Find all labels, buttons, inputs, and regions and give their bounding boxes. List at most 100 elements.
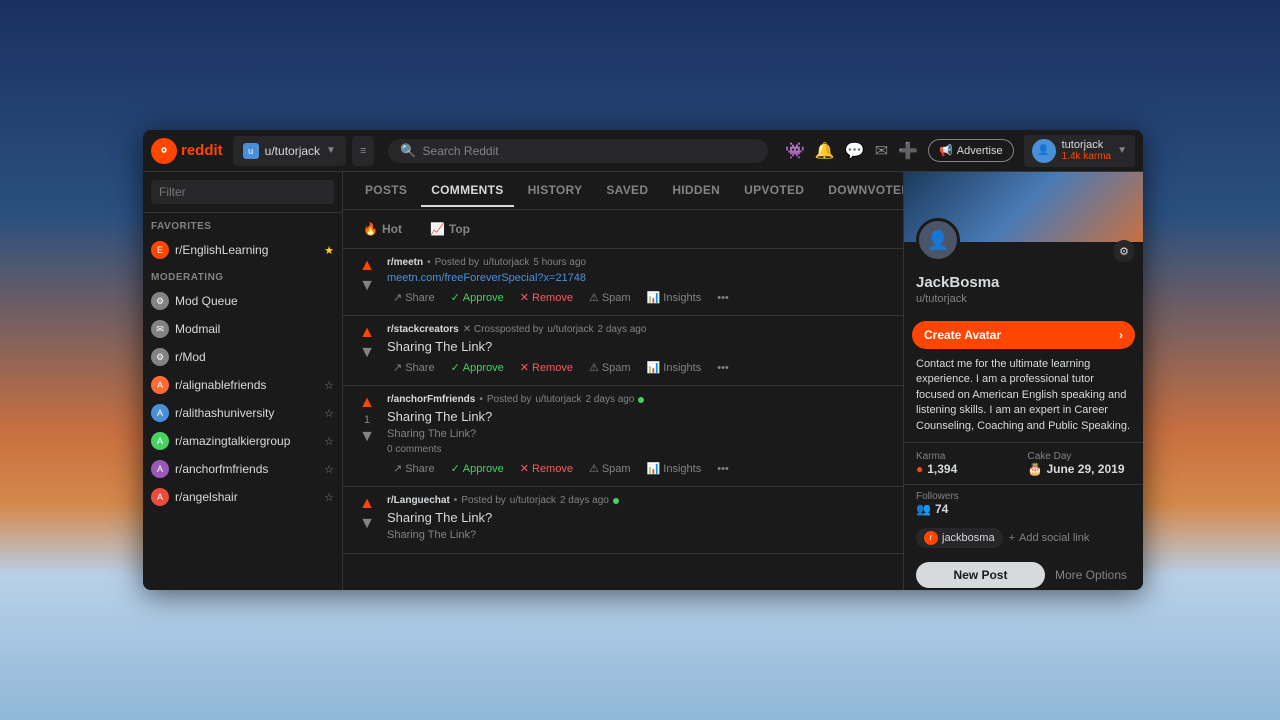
cake-day-value: 🎂 June 29, 2019 (1028, 462, 1132, 476)
post-author[interactable]: u/tutorjack (483, 257, 529, 268)
user-tab[interactable]: u u/tutorjack ▼ (233, 136, 346, 166)
insights-button[interactable]: 📊 Insights (641, 459, 708, 478)
upvote-button[interactable]: ▲ (359, 394, 375, 412)
sidebar-item-alitash[interactable]: A r/alithashuniversity ☆ (143, 399, 342, 427)
post-author[interactable]: u/tutorjack (547, 324, 593, 335)
profile-edit-button[interactable]: ⚙ (1113, 240, 1135, 262)
profile-info: JackBosma u/tutorjack (904, 266, 1143, 313)
post-subreddit[interactable]: r/stackcreators (387, 324, 459, 335)
angels-label: r/angelshair (175, 490, 238, 504)
modmail-icon: ✉ (151, 320, 169, 338)
star-empty-icon-2: ☆ (324, 407, 334, 420)
reddit-wordmark: reddit (181, 142, 223, 159)
sidebar-item-modmail[interactable]: ✉ Modmail (143, 315, 342, 343)
user-menu[interactable]: 👤 tutorjack 1.4k karma ▼ (1024, 135, 1135, 167)
downvote-button[interactable]: ▼ (359, 428, 375, 446)
social-link-icon: r (924, 531, 938, 545)
downvote-button[interactable]: ▼ (359, 277, 375, 295)
upvote-button[interactable]: ▲ (359, 495, 375, 513)
profile-banner: 👤 ⚙ (904, 172, 1143, 242)
search-input[interactable] (423, 144, 757, 158)
browser-window: ⚬ reddit u u/tutorjack ▼ ≡ 🔍 👾 🔔 💬 ✉ ➕ 📢… (143, 130, 1143, 590)
approve-button[interactable]: ✓ Approve (445, 459, 510, 478)
sidebar-item-angels[interactable]: A r/angelshair ☆ (143, 483, 342, 511)
post-link[interactable]: meetn.com/freeForeverSpecial?x=21748 (387, 272, 891, 284)
profile-avatar-wrap: 👤 (916, 218, 960, 262)
spam-button[interactable]: ⚠ Spam (583, 288, 637, 307)
post-author[interactable]: u/tutorjack (510, 495, 556, 506)
add-social-link[interactable]: + Add social link (1009, 532, 1090, 544)
remove-button[interactable]: ✕ Remove (514, 288, 579, 307)
remove-button[interactable]: ✕ Remove (514, 358, 579, 377)
more-actions-button[interactable]: ••• (711, 359, 735, 377)
filter-button[interactable]: ≡ (352, 136, 374, 166)
tab-posts[interactable]: POSTS (355, 175, 417, 207)
bell-icon[interactable]: 🔔 (815, 141, 835, 161)
sort-hot[interactable]: 🔥 Hot (355, 218, 410, 240)
post-author[interactable]: u/tutorjack (535, 394, 581, 405)
more-actions-button[interactable]: ••• (711, 460, 735, 478)
upvote-button[interactable]: ▲ (359, 257, 375, 275)
advertise-button[interactable]: 📢 Advertise (928, 139, 1014, 162)
favorites-section-label: FAVORITES (143, 213, 342, 236)
sidebar-item-r-mod[interactable]: ⚙ r/Mod (143, 343, 342, 371)
insights-button[interactable]: 📊 Insights (641, 288, 708, 307)
action-buttons: New Post More Options (904, 554, 1143, 590)
post-subreddit[interactable]: r/meetn (387, 257, 423, 268)
insights-button[interactable]: 📊 Insights (641, 358, 708, 377)
sidebar-item-amazing[interactable]: A r/amazingtalkiergroup ☆ (143, 427, 342, 455)
alitash-label: r/alithashuniversity (175, 406, 274, 420)
remove-button[interactable]: ✕ Remove (514, 459, 579, 478)
post-title[interactable]: Sharing The Link? (387, 510, 891, 525)
new-post-button[interactable]: New Post (916, 562, 1045, 588)
plus-icon[interactable]: ➕ (898, 141, 918, 161)
message-icon[interactable]: ✉ (875, 141, 888, 161)
post-separator: • (427, 257, 431, 268)
tab-upvoted[interactable]: UPVOTED (734, 175, 814, 207)
add-icon: + (1009, 532, 1015, 544)
alien-icon[interactable]: 👾 (785, 141, 805, 161)
post-title[interactable]: Sharing The Link? (387, 409, 891, 424)
hot-label: Hot (382, 222, 402, 236)
spam-button[interactable]: ⚠ Spam (583, 459, 637, 478)
post-by: Posted by (461, 495, 505, 506)
sidebar-item-anchor[interactable]: A r/anchorfmfriends ☆ (143, 455, 342, 483)
tab-hidden[interactable]: HIDDEN (662, 175, 730, 207)
post-subreddit[interactable]: r/anchorFmfriends (387, 394, 475, 405)
downvote-button[interactable]: ▼ (359, 344, 375, 362)
create-avatar-button[interactable]: Create Avatar › (912, 321, 1135, 349)
search-bar[interactable]: 🔍 (388, 139, 768, 163)
share-button[interactable]: ↗ Share (387, 358, 441, 377)
approve-button[interactable]: ✓ Approve (445, 358, 510, 377)
chat-icon[interactable]: 💬 (845, 141, 865, 161)
tab-saved[interactable]: SAVED (596, 175, 658, 207)
mod-queue-label: Mod Queue (175, 294, 238, 308)
post-item: ▲ ▼ r/stackcreators ✕ Crossposted by u/t… (343, 316, 903, 386)
tab-history[interactable]: HISTORY (518, 175, 593, 207)
post-time: 2 days ago (598, 324, 647, 335)
sidebar-item-mod-queue[interactable]: ⚙ Mod Queue (143, 287, 342, 315)
post-title[interactable]: Sharing The Link? (387, 339, 891, 354)
more-actions-button[interactable]: ••• (711, 289, 735, 307)
more-options-button[interactable]: More Options (1051, 562, 1131, 588)
post-subreddit[interactable]: r/Languechat (387, 495, 450, 506)
tab-downvoted[interactable]: DOWNVOTED (818, 175, 903, 207)
approve-button[interactable]: ✓ Approve (445, 288, 510, 307)
spam-button[interactable]: ⚠ Spam (583, 358, 637, 377)
sidebar-filter-input[interactable] (151, 180, 334, 204)
reddit-logo[interactable]: ⚬ reddit (151, 138, 223, 164)
top-label: Top (449, 222, 470, 236)
post-content: r/Languechat • Posted by u/tutorjack 2 d… (387, 495, 891, 545)
online-indicator (638, 397, 644, 403)
share-button[interactable]: ↗ Share (387, 288, 441, 307)
tab-comments[interactable]: COMMENTS (421, 175, 513, 207)
share-button[interactable]: ↗ Share (387, 459, 441, 478)
social-link-jackbosma[interactable]: r jackbosma (916, 528, 1003, 548)
downvote-button[interactable]: ▼ (359, 515, 375, 533)
share-icon: ↗ (393, 291, 402, 304)
sort-top[interactable]: 📈 Top (422, 218, 478, 240)
sidebar-item-english-learning[interactable]: E r/EnglishLearning ★ (143, 236, 342, 264)
amazing-icon: A (151, 432, 169, 450)
upvote-button[interactable]: ▲ (359, 324, 375, 342)
sidebar-item-alignable[interactable]: A r/alignablefriends ☆ (143, 371, 342, 399)
